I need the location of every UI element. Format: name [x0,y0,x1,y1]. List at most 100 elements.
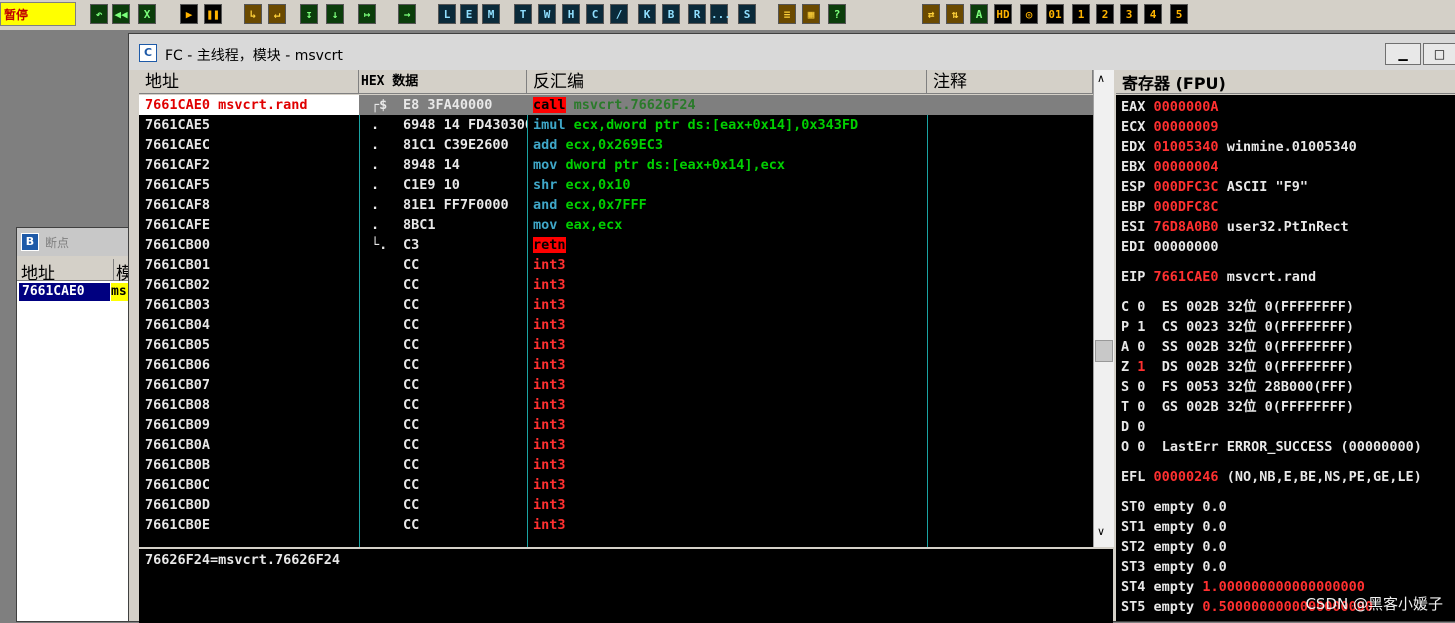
toolbar-button[interactable]: → [398,4,416,24]
disasm-row[interactable]: 7661CB05 CC int3 [139,335,1093,355]
flag-value[interactable]: 0 [1137,379,1145,395]
disasm-row[interactable]: 7661CAFE. 8BC1 mov eax,ecx [139,215,1093,235]
breakpoints-titlebar[interactable]: B 断点 [17,228,135,256]
col-header-address[interactable]: 地址 [139,70,359,94]
toolbar-button[interactable]: ↓ [326,4,344,24]
maximize-button[interactable]: □ [1423,43,1455,65]
toolbar-button[interactable]: 5 [1170,4,1188,24]
toolbar-button[interactable]: / [610,4,628,24]
toolbar-button[interactable]: HD [994,4,1012,24]
info-pane[interactable]: 76626F24=msvcrt.76626F24 [139,547,1113,623]
disasm-row[interactable]: 7661CAF8. 81E1 FF7F0000 and ecx,0x7FFF [139,195,1093,215]
flag-value[interactable]: 0 [1137,439,1145,455]
toolbar-button[interactable]: M [482,4,500,24]
toolbar-button[interactable]: ◀◀ [112,4,130,24]
toolbar-button[interactable]: ↶ [90,4,108,24]
disasm-row[interactable]: 7661CAF2. 8948 14 mov dword ptr ds:[eax+0x… [139,155,1093,175]
disasm-row[interactable]: 7661CB0D CC int3 [139,495,1093,515]
registers-header[interactable]: 寄存器 (FPU) [1116,70,1455,94]
toolbar-button[interactable]: R [688,4,706,24]
disasm-row[interactable]: 7661CAEC. 81C1 C39E2600 add ecx,0x269EC3 [139,135,1093,155]
register-value[interactable]: 76D8A0B0 [1154,219,1219,235]
toolbar-button[interactable]: ↧ [300,4,318,24]
toolbar-button[interactable]: ≡ [778,4,796,24]
toolbar-button[interactable]: 01 [1046,4,1064,24]
toolbar-button[interactable]: ... [710,4,731,24]
toolbar-button[interactable]: ↵ [268,4,286,24]
disasm-row[interactable]: 7661CAE0 msvcrt.rand ┌$ E8 3FA40000 call ms… [139,95,1093,115]
disasm-row[interactable]: 7661CB02 CC int3 [139,275,1093,295]
breakpoints-list[interactable]: 7661CAE0 ms [17,281,135,621]
fpu-value[interactable]: 0.0 [1202,499,1226,515]
toolbar-button[interactable]: K [638,4,656,24]
register-value[interactable]: 000DFC3C [1154,179,1219,195]
disasm-row[interactable]: 7661CB0B CC int3 [139,455,1093,475]
toolbar-button[interactable]: 1 [1072,4,1090,24]
disasm-row[interactable]: 7661CAE5. 6948 14 FD430300 imul ecx,dword … [139,115,1093,135]
flag-value[interactable]: 0 [1137,419,1145,435]
disasm-scrollbar[interactable]: ∧ ∨ [1093,70,1114,547]
fpu-value[interactable]: 0.0 [1202,539,1226,555]
flag-value[interactable]: 0 [1137,339,1145,355]
toolbar-button[interactable]: ▦ [802,4,820,24]
toolbar-button[interactable]: T [514,4,532,24]
toolbar-button[interactable]: C [586,4,604,24]
register-value[interactable]: 00000246 [1154,469,1219,485]
toolbar-button[interactable]: A [970,4,988,24]
toolbar-button[interactable]: ❚❚ [204,4,222,24]
scroll-thumb[interactable] [1095,340,1113,362]
toolbar-button[interactable]: B [662,4,680,24]
bp-row-address[interactable]: 7661CAE0 [19,283,110,301]
flag-value[interactable]: 1 [1137,319,1145,335]
disasm-row[interactable]: 7661CB04 CC int3 [139,315,1093,335]
toolbar-button[interactable]: X [138,4,156,24]
toolbar-button[interactable]: 3 [1120,4,1138,24]
register-value[interactable]: 7661CAE0 [1154,269,1219,285]
disasm-row[interactable]: 7661CB06 CC int3 [139,355,1093,375]
toolbar-button[interactable]: W [538,4,556,24]
minimize-button[interactable]: ▁ [1385,43,1421,65]
toolbar-button[interactable]: ? [828,4,846,24]
disasm-row[interactable]: 7661CB01 CC int3 [139,255,1093,275]
disasm-row[interactable]: 7661CB0A CC int3 [139,435,1093,455]
registers-pane[interactable]: EAX 0000000A ECX 00000009 EDX 01005340 win… [1116,95,1455,621]
register-value[interactable]: 000DFC8C [1154,199,1219,215]
toolbar-button[interactable]: H [562,4,580,24]
disasm-row[interactable]: 7661CB03 CC int3 [139,295,1093,315]
flag-value[interactable]: 0 [1137,299,1145,315]
scroll-down-icon[interactable]: ∨ [1097,525,1105,538]
toolbar-button[interactable]: ↦ [358,4,376,24]
toolbar-button[interactable]: L [438,4,456,24]
disasm-row[interactable]: 7661CAF5. C1E9 10 shr ecx,0x10 [139,175,1093,195]
toolbar-button[interactable]: ◎ [1020,4,1038,24]
fpu-value[interactable]: 0.0 [1202,519,1226,535]
cpu-window[interactable]: C FC - 主线程，模块 - msvcrt ▁ □ 地址 HEX 数据 反汇编… [128,33,1455,623]
col-header-hex[interactable]: HEX 数据 [359,70,527,94]
scroll-up-icon[interactable]: ∧ [1097,72,1105,85]
disasm-row[interactable]: 7661CB07 CC int3 [139,375,1093,395]
disasm-row[interactable]: 7661CB08 CC int3 [139,395,1093,415]
register-value[interactable]: 01005340 [1154,139,1219,155]
register-value[interactable]: 00000004 [1154,159,1219,175]
register-value[interactable]: 00000009 [1154,119,1219,135]
col-header-disasm[interactable]: 反汇编 [527,70,927,94]
breakpoints-window[interactable]: B 断点 地址 模 7661CAE0 ms [16,227,136,622]
disasm-row[interactable]: 7661CB00 └. C3 retn [139,235,1093,255]
toolbar-button[interactable]: 4 [1144,4,1162,24]
toolbar-button[interactable]: ⇄ [922,4,940,24]
flag-value[interactable]: 0 [1137,399,1145,415]
disasm-row[interactable]: 7661CB09 CC int3 [139,415,1093,435]
toolbar-button[interactable]: E [460,4,478,24]
disassembly-pane[interactable]: 7661CAE0 msvcrt.rand ┌$ E8 3FA40000 call ms… [139,95,1093,547]
toolbar-button[interactable]: S [738,4,756,24]
disasm-row[interactable]: 7661CB0C CC int3 [139,475,1093,495]
fpu-value[interactable]: 0.0 [1202,559,1226,575]
flag-value[interactable]: 1 [1137,359,1145,375]
register-value[interactable]: 00000000 [1154,239,1219,255]
col-header-comment[interactable]: 注释 [927,70,1093,94]
toolbar-button[interactable]: ↳ [244,4,262,24]
toolbar-button[interactable]: ▶ [180,4,198,24]
cpu-titlebar[interactable]: C FC - 主线程，模块 - msvcrt ▁ □ [129,34,1455,70]
toolbar-button[interactable]: ⇅ [946,4,964,24]
register-value[interactable]: 0000000A [1154,99,1219,115]
